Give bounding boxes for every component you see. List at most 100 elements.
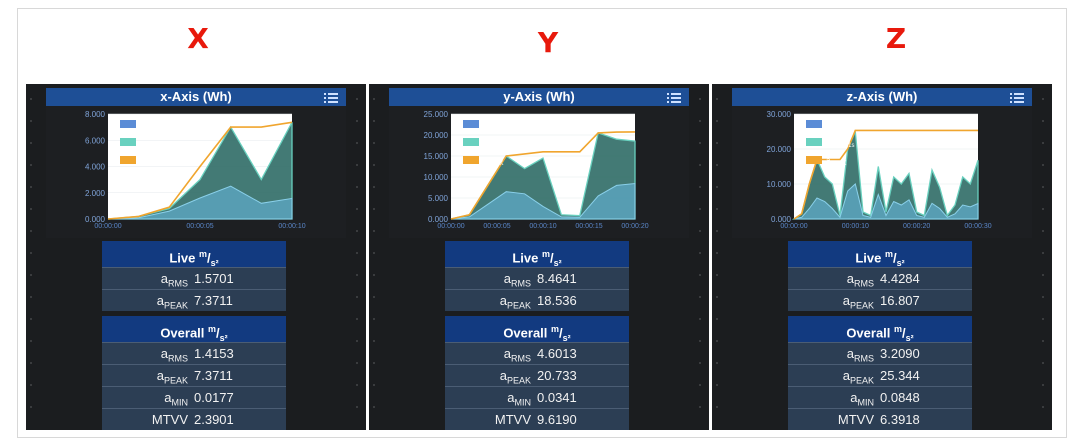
y-tick-label: 2.000 xyxy=(85,189,106,198)
chart-title: x-Axis (Wh) xyxy=(160,89,232,104)
metric-row: aPEAK 16.807 xyxy=(788,289,972,311)
y-tick-label: 8.000 xyxy=(85,110,106,119)
metric-label: MTVV xyxy=(837,412,874,427)
metric-value: 20.733 xyxy=(537,368,577,383)
panel-edge-dots xyxy=(356,84,362,430)
edge-dot xyxy=(716,274,718,276)
edge-dot xyxy=(373,120,375,122)
edge-dot xyxy=(716,230,718,232)
edge-dot xyxy=(356,186,358,188)
edge-dot xyxy=(1042,318,1044,320)
edge-dot xyxy=(699,142,701,144)
legend-swatch xyxy=(120,120,136,128)
edge-dot xyxy=(1042,208,1044,210)
x-tick-label: 00:00:20 xyxy=(903,223,930,230)
edge-dot xyxy=(1042,362,1044,364)
edge-dot xyxy=(1042,340,1044,342)
metric-value: 25.344 xyxy=(880,368,920,383)
x-tick-label: 00:00:15 xyxy=(575,223,602,230)
y-tick-label: 15.000 xyxy=(424,152,449,161)
metric-row: aRMS 1.4153 xyxy=(102,342,286,364)
legend-swatch xyxy=(120,138,136,146)
edge-dot xyxy=(356,384,358,386)
metric-row: aMIN 0.0177 xyxy=(102,386,286,408)
legend-swatch xyxy=(806,138,822,146)
overall-card: Overall m/s² aRMS 4.6013 aPEAK 20.733 aMIN 0.0… xyxy=(445,316,629,430)
metric-label: aPEAK xyxy=(842,293,874,311)
metric-value: 1.4153 xyxy=(194,346,234,361)
edge-dot xyxy=(699,186,701,188)
y-tick-label: 5.000 xyxy=(428,194,449,203)
edge-dot xyxy=(30,230,32,232)
edge-dot xyxy=(716,186,718,188)
panel-edge-dots xyxy=(373,84,379,430)
chart-svg: 30.00020.00010.0000.00000:00:00 00:00:10 0… xyxy=(767,110,992,230)
list-icon[interactable] xyxy=(667,91,681,103)
edge-dot xyxy=(356,230,358,232)
card-title: Live m/s² xyxy=(788,241,972,268)
overall-card: Overall m/s² aRMS 3.2090 aPEAK 25.344 aMIN 0.0… xyxy=(788,316,972,430)
edge-dot xyxy=(356,340,358,342)
edge-dot xyxy=(373,406,375,408)
panel-edge-dots xyxy=(699,84,705,430)
axis-letter-x: X xyxy=(187,22,209,55)
metric-label: aPEAK xyxy=(156,293,188,311)
edge-dot xyxy=(356,142,358,144)
metric-value: 3.2090 xyxy=(880,346,920,361)
metric-value: 0.0848 xyxy=(880,390,920,405)
edge-dot xyxy=(1042,384,1044,386)
metric-label: MTVV xyxy=(494,412,531,427)
edge-dot xyxy=(373,296,375,298)
y-tick-label: 4.000 xyxy=(85,163,106,172)
metric-row: MTVV 6.3918 xyxy=(788,408,972,430)
list-icon[interactable] xyxy=(1010,91,1024,103)
metric-value: 8.4641 xyxy=(537,271,577,286)
edge-dot xyxy=(373,274,375,276)
metric-row: aRMS 4.6013 xyxy=(445,342,629,364)
edge-dot xyxy=(716,142,718,144)
edge-dot xyxy=(30,98,32,100)
chart-title: y-Axis (Wh) xyxy=(503,89,575,104)
edge-dot xyxy=(30,208,32,210)
chart-area: 8.000 6.000 4.000 2.000 0.000 00:00:00 00:00:0… xyxy=(46,106,346,238)
legend-swatch xyxy=(806,156,822,164)
chart-header: y-Axis (Wh) xyxy=(389,88,689,106)
edge-dot xyxy=(716,164,718,166)
metric-value: 7.3711 xyxy=(194,293,233,308)
edge-dot xyxy=(373,208,375,210)
edge-dot xyxy=(30,362,32,364)
axis-panel-x: x-Axis (Wh) 8.000 6.000 4.000 2.000 0.000 00:0… xyxy=(26,84,366,430)
top-strip xyxy=(0,0,1083,8)
metric-value: 7.3711 xyxy=(194,368,233,383)
edge-dot xyxy=(1042,230,1044,232)
edge-dot xyxy=(1042,120,1044,122)
list-icon[interactable] xyxy=(324,91,338,103)
axis-panel-z: z-Axis (Wh) 30.000 20.000 10.000 0.000 00:00:… xyxy=(712,84,1052,430)
edge-dot xyxy=(373,318,375,320)
edge-dot xyxy=(716,362,718,364)
y-tick-label: 6.000 xyxy=(85,136,106,145)
card-title: Overall m/s² xyxy=(788,316,972,343)
legend-swatch xyxy=(120,156,136,164)
edge-dot xyxy=(1042,274,1044,276)
card-title: Live m/s² xyxy=(445,241,629,268)
metric-row: MTVV 2.3901 xyxy=(102,408,286,430)
edge-dot xyxy=(30,186,32,188)
edge-dot xyxy=(30,340,32,342)
chart-title: z-Axis (Wh) xyxy=(846,89,918,104)
edge-dot xyxy=(30,274,32,276)
x-tick-label: 00:00:20 xyxy=(621,223,648,230)
edge-dot xyxy=(716,208,718,210)
x-tick-label: 00:00:00 xyxy=(94,223,121,230)
metric-row: aRMS 8.4641 xyxy=(445,267,629,289)
edge-dot xyxy=(699,230,701,232)
y-tick-label: 10.000 xyxy=(767,180,792,189)
metric-row: aRMS 1.5701 xyxy=(102,267,286,289)
metric-value: 0.0341 xyxy=(537,390,577,405)
legend-swatch xyxy=(463,156,479,164)
x-tick-label: 00:00:30 xyxy=(964,223,991,230)
edge-dot xyxy=(699,120,701,122)
metric-row: MTVV 9.6190 xyxy=(445,408,629,430)
edge-dot xyxy=(356,274,358,276)
edge-dot xyxy=(1042,164,1044,166)
